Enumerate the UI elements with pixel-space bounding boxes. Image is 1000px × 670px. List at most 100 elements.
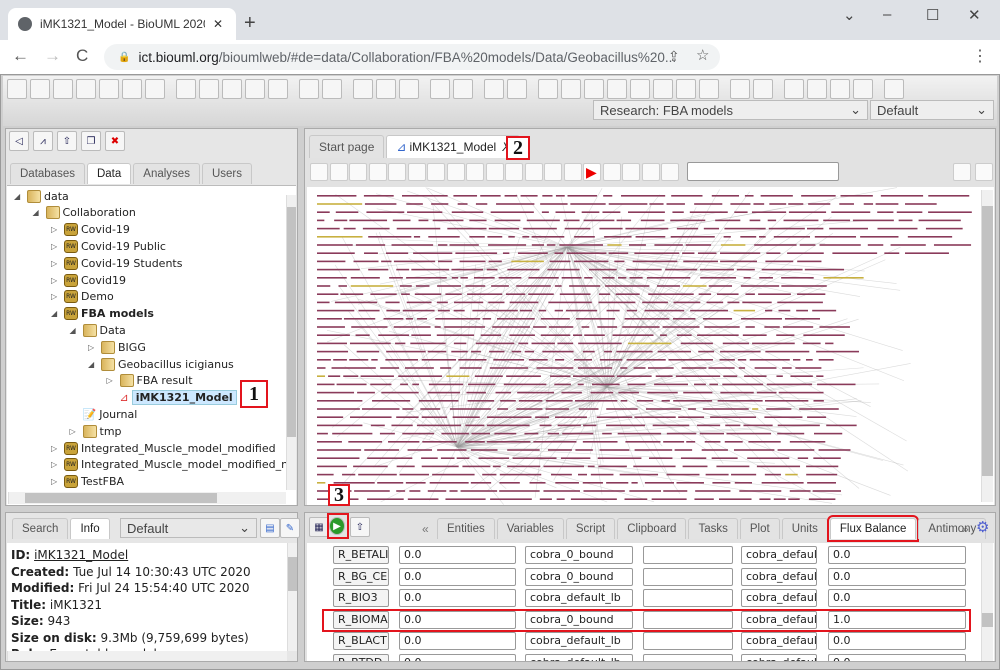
diagram-node[interactable] — [372, 400, 411, 402]
diagram-node[interactable] — [509, 301, 539, 304]
diagram-node[interactable] — [342, 473, 356, 476]
diagram-node[interactable] — [740, 236, 757, 238]
diagram-node[interactable] — [555, 482, 579, 484]
tab-analyses[interactable]: Analyses — [133, 163, 200, 184]
collapsed-arrow-icon[interactable]: ▷ — [107, 376, 117, 385]
diagram-node[interactable] — [814, 236, 857, 238]
distribute-v-icon[interactable] — [699, 79, 719, 99]
tabs-next-button[interactable]: » — [962, 522, 969, 536]
diagram-node[interactable] — [458, 359, 487, 361]
diagram-node[interactable] — [599, 449, 630, 451]
diagram-node[interactable] — [317, 252, 355, 254]
diagram-node[interactable] — [896, 211, 923, 213]
diagram-node[interactable] — [334, 301, 378, 304]
tab-info[interactable]: Info — [70, 518, 110, 539]
lower-bound-field[interactable]: cobra_0_bound — [525, 546, 633, 564]
tab-databases[interactable]: Databases — [10, 163, 85, 184]
diagram-node[interactable] — [504, 195, 518, 197]
tab-search[interactable]: Search — [12, 518, 69, 539]
diagram-node[interactable] — [877, 227, 918, 230]
diagram-node[interactable] — [317, 334, 350, 336]
diagram-node[interactable] — [761, 482, 804, 484]
diagram-node[interactable] — [734, 211, 748, 213]
diagram-node[interactable] — [682, 285, 707, 287]
reaction-name-field[interactable]: R_BG_CE — [333, 567, 389, 586]
tab-tasks[interactable]: Tasks — [688, 518, 738, 539]
diagram-node[interactable] — [740, 285, 780, 287]
diagram-node[interactable] — [486, 424, 530, 427]
panel-icon[interactable] — [76, 79, 96, 99]
substance-icon[interactable] — [427, 163, 445, 181]
diagram-node[interactable] — [545, 400, 573, 402]
diagram-node[interactable] — [469, 236, 485, 238]
diagram-node[interactable] — [782, 326, 814, 328]
diagram-node[interactable] — [784, 318, 821, 320]
diagram-vertical-scrollbar[interactable] — [981, 190, 993, 502]
maximize-button[interactable]: ☐ — [926, 6, 939, 24]
diagram-node[interactable] — [624, 318, 670, 320]
upload-icon[interactable]: ⇧ — [57, 131, 77, 151]
diagram-node[interactable] — [386, 350, 426, 353]
diagram-node[interactable] — [812, 490, 842, 492]
objective-coefficient-field[interactable]: 0.0 — [828, 589, 966, 607]
diagram-node[interactable] — [489, 350, 505, 353]
diagram-node[interactable] — [438, 260, 453, 263]
tab-entities[interactable]: Entities — [437, 518, 495, 539]
formula-icon[interactable] — [563, 163, 582, 181]
diagram-node[interactable] — [507, 465, 541, 468]
diagram-node[interactable] — [548, 301, 592, 304]
diagram-node[interactable] — [453, 342, 467, 345]
diagram-node[interactable] — [629, 244, 646, 246]
diagram-node[interactable] — [449, 244, 479, 246]
diagram-node[interactable] — [689, 211, 728, 213]
diagram-node[interactable] — [867, 244, 884, 246]
upper-bound-field[interactable] — [643, 632, 733, 650]
diagram-node[interactable] — [353, 260, 379, 263]
diagram-node[interactable] — [549, 260, 571, 263]
diagram-node[interactable] — [428, 236, 460, 238]
diagram-node[interactable] — [402, 195, 448, 197]
diagram-node[interactable] — [918, 219, 961, 222]
comments-icon[interactable] — [975, 163, 993, 181]
diagram-node[interactable] — [577, 383, 584, 386]
diagram-node[interactable] — [709, 383, 719, 386]
diagram-node[interactable] — [700, 277, 737, 279]
diagram-node[interactable] — [540, 334, 571, 336]
diagram-node[interactable] — [488, 244, 527, 246]
diagram-node[interactable] — [628, 211, 665, 213]
initial-value-field[interactable]: 0.0 — [399, 589, 516, 607]
diagram-node[interactable] — [349, 359, 369, 361]
view-select[interactable]: Default ⌄ — [870, 100, 994, 120]
diagram-node[interactable] — [733, 309, 756, 312]
diagram-node[interactable] — [694, 203, 723, 205]
diagram-node[interactable] — [574, 260, 609, 263]
diagram-node[interactable] — [409, 490, 421, 492]
diagram-node[interactable] — [405, 318, 414, 320]
reaction-name-field[interactable]: R_BLACT — [333, 632, 389, 650]
rna-icon[interactable] — [466, 163, 484, 181]
diagram-node[interactable] — [717, 400, 763, 402]
diagram-node[interactable] — [467, 400, 495, 402]
diagram-node[interactable] — [589, 268, 617, 271]
upper-bound-param-field[interactable]: cobra_default — [741, 632, 817, 650]
diagram-node[interactable] — [421, 359, 457, 361]
diagram-node[interactable] — [459, 260, 486, 263]
diagram-node[interactable] — [676, 482, 704, 484]
diagram-node[interactable] — [582, 350, 595, 353]
initial-value-field[interactable]: 0.0 — [399, 567, 516, 586]
expanded-arrow-icon[interactable]: ◢ — [51, 309, 61, 318]
diagram-node[interactable] — [529, 482, 546, 484]
diagram-node[interactable] — [475, 203, 488, 205]
diagram-node[interactable] — [617, 432, 662, 435]
diagram-node[interactable] — [388, 441, 420, 443]
diagram-node[interactable] — [781, 277, 814, 279]
diagram-node[interactable] — [496, 203, 535, 205]
diagram-node[interactable] — [802, 342, 821, 345]
diagram-node[interactable] — [406, 301, 432, 304]
diagram-node[interactable] — [875, 203, 899, 205]
diagram-node[interactable] — [697, 252, 717, 254]
diagram-node[interactable] — [336, 383, 367, 386]
diagram-node[interactable] — [671, 195, 703, 197]
diagram-node[interactable] — [602, 211, 621, 213]
diagram-node[interactable] — [498, 277, 522, 279]
